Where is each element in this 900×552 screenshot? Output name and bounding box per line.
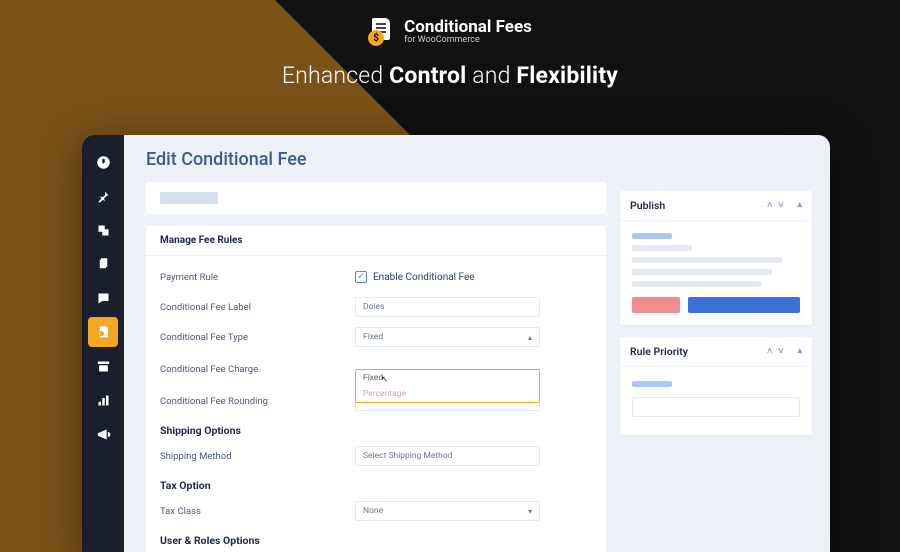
sidebar-pin[interactable] [88,181,118,211]
sidebar-archive[interactable] [88,351,118,381]
fee-charge-option-fixed[interactable]: Fixed [356,370,539,386]
section-header: Manage Fee Rules [146,226,606,256]
sidebar-analytics[interactable] [88,385,118,415]
title-placeholder [160,192,218,204]
shipping-method-label: Shipping Method [160,451,355,462]
admin-sidebar [82,135,124,552]
fee-rounding-label: Conditional Fee Rounding [160,396,355,407]
priority-title: Rule Priority [630,345,688,358]
fee-charge-option-percentage[interactable]: Percentage [356,386,539,402]
title-input-panel[interactable] [146,182,606,214]
logo-title: Conditional Fees [404,19,532,36]
sidebar-pages[interactable] [88,249,118,279]
priority-input[interactable] [632,397,800,417]
fee-label-input[interactable]: Doles [355,297,540,317]
sidebar-comments[interactable] [88,283,118,313]
panel-up-icon[interactable]: ˄ [767,200,772,211]
enable-fee-checkbox[interactable]: ✓ [355,271,367,283]
chevron-up-icon: ▴ [528,333,532,342]
tax-class-label: Tax Class [160,506,355,517]
publish-placeholder [632,269,772,275]
fee-type-select[interactable]: Fixed ▴ [355,327,540,347]
panel-up-icon[interactable]: ˄ [767,346,772,357]
priority-placeholder [632,381,672,387]
panel-down-icon[interactable]: ˅ [778,346,783,357]
logo-icon: $ [368,18,396,46]
rule-priority-panel: Rule Priority ˄ ˅ ▴ [620,337,812,435]
logo-subtitle: for WooCommerce [404,36,480,45]
tax-class-select[interactable]: None ▾ [355,501,540,521]
app-window: Edit Conditional Fee Manage Fee Rules Pa… [82,135,830,552]
panel-collapse-icon[interactable]: ▴ [797,346,802,357]
publish-button[interactable] [688,297,800,313]
roles-header: User & Roles Options [160,534,592,547]
sidebar-media[interactable] [88,215,118,245]
product-logo: $ Conditional Fees for WooCommerce [368,18,532,46]
publish-title: Publish [630,199,665,212]
tax-header: Tax Option [160,479,592,492]
page-title: Edit Conditional Fee [146,149,606,170]
panel-collapse-icon[interactable]: ▴ [797,200,802,211]
panel-down-icon[interactable]: ˅ [778,200,783,211]
publish-placeholder [632,245,692,251]
fee-charge-dropdown[interactable]: Fixed Percentage ↖ [355,369,540,403]
fee-label-label: Conditional Fee Label [160,302,355,313]
fee-charge-label: Conditional Fee Charge [160,364,355,375]
sidebar-dashboard[interactable] [88,147,118,177]
publish-placeholder [632,233,672,239]
publish-panel: Publish ˄ ˅ ▴ [620,191,812,325]
trash-button[interactable] [632,297,680,313]
shipping-header: Shipping Options [160,424,592,437]
shipping-method-select[interactable]: Select Shipping Method [355,446,540,466]
sidebar-marketing[interactable] [88,419,118,449]
sidebar-conditional-fees[interactable] [88,317,118,347]
chevron-down-icon: ▾ [528,507,532,516]
tagline: Enhanced Control and Flexibility [0,62,900,89]
enable-fee-label: Enable Conditional Fee [373,272,475,283]
publish-placeholder [632,257,782,263]
fee-type-label: Conditional Fee Type [160,332,355,343]
publish-placeholder [632,281,762,287]
payment-rule-label: Payment Rule [160,272,355,283]
